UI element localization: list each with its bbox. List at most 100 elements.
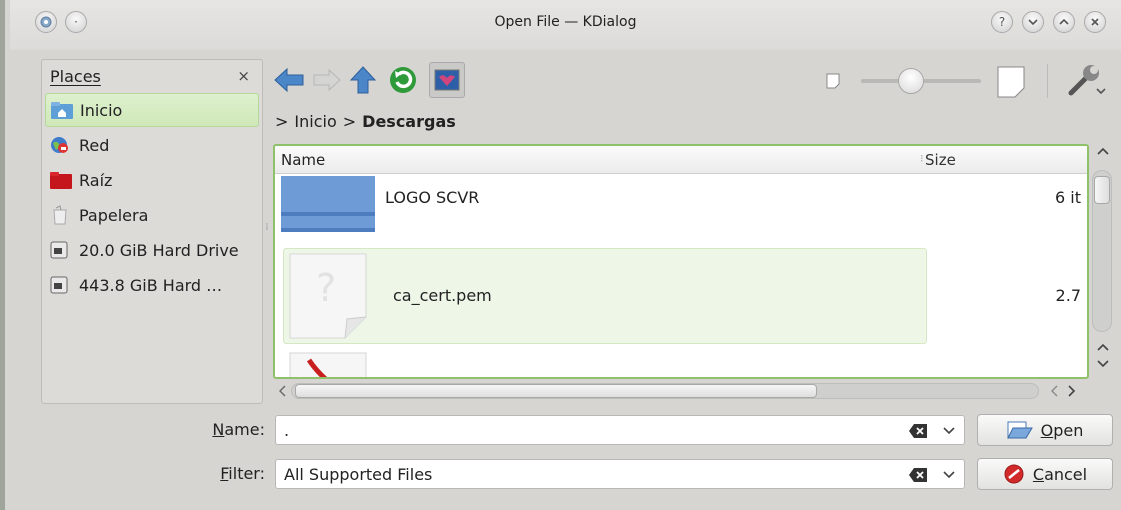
toolbar-separator [1047, 64, 1048, 98]
places-panel: Places × Inicio Red Raíz Papelera 20.0 G… [41, 59, 263, 404]
place-label: Papelera [79, 205, 149, 225]
red-folder-icon [49, 170, 73, 190]
place-item-red[interactable]: Red [45, 128, 259, 162]
network-globe-icon [49, 135, 73, 155]
cancel-button[interactable]: Cancel [977, 458, 1113, 490]
file-list-view[interactable]: Name ⁝ Size LOGO SCVR 6 it ? ca_cert.pem… [273, 144, 1089, 379]
place-label: Raíz [79, 170, 113, 190]
file-name: ca_cert.pem [393, 286, 492, 305]
breadcrumb-item-descargas[interactable]: Descargas [362, 112, 456, 131]
place-label: Red [79, 135, 110, 155]
panel-splitter[interactable]: ⁞ [263, 223, 271, 245]
place-item-hard-drive-20[interactable]: 20.0 GiB Hard Drive [45, 233, 259, 267]
wrench-icon [1068, 65, 1106, 96]
scroll-left-icon[interactable] [277, 384, 287, 402]
hard-drive-icon [49, 275, 73, 295]
file-name: LOGO SCVR [385, 188, 480, 207]
name-field[interactable]: . [275, 415, 965, 445]
cancel-label-rest: ancel [1044, 464, 1088, 484]
name-label-text: ame: [224, 420, 265, 439]
place-item-papelera[interactable]: Papelera [45, 198, 259, 232]
filter-label: Filter: [185, 464, 265, 483]
open-folder-icon [1006, 421, 1033, 439]
breadcrumb: > Inicio > Descargas [275, 112, 456, 131]
up-arrow-icon [349, 66, 377, 94]
pdf-file-icon [289, 352, 367, 377]
name-dropdown-chevron-icon[interactable] [942, 420, 956, 444]
horizontal-scrollbar[interactable] [273, 380, 1089, 402]
vertical-scroll-thumb[interactable] [1094, 176, 1110, 204]
file-row-hover-highlight [283, 248, 927, 344]
column-header: Name ⁝ Size [275, 146, 1087, 174]
name-field-value[interactable]: . [284, 421, 289, 440]
filter-label-text: ilter: [228, 464, 265, 483]
zoom-small-icon [826, 73, 840, 93]
minimize-icon[interactable] [1022, 11, 1044, 33]
scroll-down-icon[interactable] [1096, 355, 1110, 373]
filter-dropdown-chevron-icon[interactable] [942, 464, 956, 488]
column-name-header[interactable]: Name [281, 151, 325, 169]
places-title: Places [50, 67, 101, 86]
breadcrumb-separator: > [275, 112, 289, 131]
place-item-raiz[interactable]: Raíz [45, 163, 259, 197]
maximize-icon[interactable] [1053, 11, 1075, 33]
places-close-icon[interactable]: × [237, 67, 250, 85]
name-label: Name: [185, 420, 265, 439]
close-icon[interactable] [1084, 11, 1106, 33]
place-item-hard-drive-443[interactable]: 443.8 GiB Hard … [45, 268, 259, 302]
file-size: 6 it [1055, 188, 1081, 207]
file-row-pdf[interactable] [275, 352, 1087, 377]
open-button-label: Open [1041, 421, 1084, 440]
place-label: Inicio [80, 100, 123, 120]
scroll-up-small-icon[interactable] [1096, 338, 1110, 356]
vertical-scrollbar[interactable] [1091, 140, 1117, 380]
scroll-up-icon[interactable] [1096, 142, 1110, 160]
place-label: 443.8 GiB Hard … [79, 275, 223, 295]
preview-toggle-button[interactable] [429, 62, 465, 98]
up-button[interactable] [345, 62, 381, 98]
reload-icon [390, 67, 416, 93]
scroll-right-icon[interactable] [1067, 384, 1077, 402]
file-size: 2.7 [1055, 286, 1081, 305]
dialog-window: · Open File — KDialog ? Places × Inicio [0, 0, 1121, 510]
settings-menu-button[interactable] [1061, 62, 1113, 98]
forward-arrow-icon [313, 68, 341, 92]
image-preview-icon [434, 69, 460, 91]
clear-text-icon[interactable] [908, 467, 928, 487]
back-arrow-icon [274, 67, 304, 93]
column-separator[interactable]: ⁝ [920, 152, 924, 165]
filter-field[interactable]: All Supported Files [275, 459, 965, 489]
column-size-header[interactable]: Size [925, 151, 956, 169]
places-header: Places × [50, 67, 254, 89]
open-button[interactable]: Open [977, 414, 1113, 446]
cancel-icon [1004, 464, 1024, 484]
window-title: Open File — KDialog [494, 14, 637, 30]
trash-icon [49, 205, 73, 225]
hard-drive-icon [49, 240, 73, 260]
open-mnemonic: O [1040, 420, 1054, 440]
file-row-ca-cert[interactable]: ? ca_cert.pem 2.7 [275, 248, 1087, 344]
help-icon[interactable]: ? [991, 11, 1013, 33]
zoom-slider-thumb[interactable] [898, 68, 924, 94]
cancel-button-label: Cancel [1033, 465, 1087, 484]
breadcrumb-separator: > [342, 112, 357, 131]
place-item-inicio[interactable]: Inicio [45, 93, 259, 127]
title-bar[interactable]: · Open File — KDialog ? [10, 0, 1121, 50]
unknown-file-icon: ? [289, 253, 367, 343]
open-label-rest: pen [1053, 420, 1084, 440]
name-label-mnemonic: N [212, 420, 225, 439]
home-folder-icon [50, 100, 74, 120]
horizontal-scroll-thumb[interactable] [295, 384, 817, 398]
zoom-large-icon [997, 66, 1025, 102]
folder-icon [281, 176, 375, 240]
breadcrumb-item-inicio[interactable]: Inicio [294, 112, 336, 131]
clear-text-icon[interactable] [908, 423, 928, 443]
svg-text:?: ? [316, 266, 336, 310]
filter-field-value[interactable]: All Supported Files [284, 465, 432, 484]
file-row-logo-scvr[interactable]: LOGO SCVR 6 it [275, 174, 1087, 242]
cancel-mnemonic: C [1032, 464, 1045, 484]
forward-button[interactable] [309, 62, 345, 98]
scroll-left-small-icon[interactable] [1049, 384, 1059, 402]
reload-button[interactable] [385, 62, 421, 98]
back-button[interactable] [271, 62, 307, 98]
